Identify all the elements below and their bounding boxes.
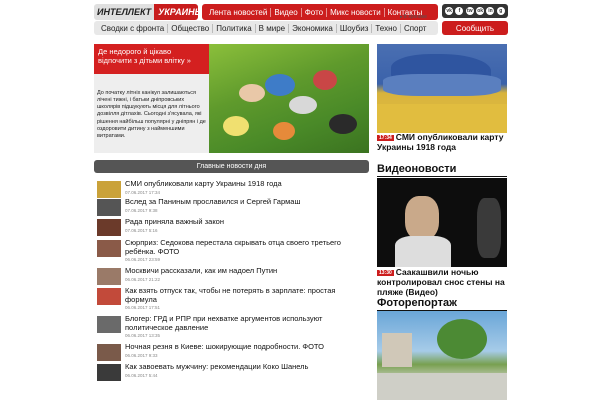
news-thumbnail[interactable] xyxy=(97,181,121,198)
news-date: 07.06.2017 5:16 xyxy=(125,227,158,233)
category-nav: Сводки с фронта Общество Политика В мире… xyxy=(94,21,438,35)
news-date: 06.06.2017 5:44 xyxy=(125,372,158,378)
odnoklassniki-icon[interactable]: ok xyxy=(476,7,485,15)
news-thumbnail[interactable] xyxy=(97,288,121,305)
news-item[interactable]: Москвичи рассказали, как им надоел Путин… xyxy=(97,266,369,287)
feature-block: Де недорого й цікаво відпочити з дітьми … xyxy=(94,44,369,153)
category-society[interactable]: Общество xyxy=(168,23,214,33)
news-item[interactable]: Блогер: ГРД и РПР при нехватке аргументо… xyxy=(97,314,369,343)
category-sport[interactable]: Спорт xyxy=(401,24,430,33)
news-thumbnail[interactable] xyxy=(97,316,121,333)
photo-thumbnail[interactable] xyxy=(377,311,507,400)
logo-part2: УКРАИНЫ xyxy=(154,4,198,20)
facebook-icon[interactable]: f xyxy=(455,7,464,15)
news-date: 06.06.2017 23:59 xyxy=(125,257,161,263)
map-image[interactable] xyxy=(377,44,507,133)
main-news-list: СМИ опубликовали карту Украины 1918 года… xyxy=(97,179,369,383)
news-date: 06.06.2017 17:51 xyxy=(125,305,161,311)
news-date: 06.06.2017 9:33 xyxy=(125,352,158,358)
vk-icon[interactable]: vk xyxy=(445,7,454,15)
news-thumbnail[interactable] xyxy=(97,344,121,361)
news-item[interactable]: Вслед за Паниным прославился и Сергей Га… xyxy=(97,197,369,218)
news-date: 07.06.2017 17:34 xyxy=(125,189,161,195)
news-date: 06.06.2017 21:22 xyxy=(125,276,161,282)
news-thumbnail[interactable] xyxy=(97,199,121,216)
category-world[interactable]: В мире xyxy=(256,23,290,33)
category-tech[interactable]: Техно xyxy=(372,23,401,33)
news-thumbnail[interactable] xyxy=(97,268,121,285)
video-story-title[interactable]: Саакашвили ночью контролировал снос стен… xyxy=(377,267,505,297)
top-story-title[interactable]: СМИ опубликовали карту Украины 1918 года xyxy=(377,132,503,152)
news-title[interactable]: Вслед за Паниным прославился и Сергей Га… xyxy=(125,197,369,207)
top-nav-item-mix[interactable]: Микс новости xyxy=(327,7,385,17)
video-story-time: 13:30 xyxy=(377,269,394,276)
google-icon[interactable]: g xyxy=(496,7,505,15)
news-item[interactable]: Ночная резня в Киеве: шокирующие подробн… xyxy=(97,342,369,363)
news-title[interactable]: Ночная резня в Киеве: шокирующие подробн… xyxy=(125,342,369,352)
news-thumbnail[interactable] xyxy=(97,240,121,257)
video-section-title[interactable]: Видеоновости xyxy=(377,163,507,177)
archive-icon: ▸ xyxy=(400,14,403,20)
news-item[interactable]: Рада приняла важный закон 07.06.2017 5:1… xyxy=(97,217,369,239)
category-politics[interactable]: Политика xyxy=(213,23,256,33)
news-date: 06.06.2017 13:35 xyxy=(125,333,161,339)
news-title[interactable]: Как взять отпуск так, чтобы не потерять … xyxy=(125,286,369,304)
feature-image[interactable] xyxy=(209,44,369,153)
archive-link[interactable]: ▸ В хронике xyxy=(400,14,427,20)
news-item[interactable]: Как взять отпуск так, чтобы не потерять … xyxy=(97,286,369,315)
social-links: vk f tw ok in g xyxy=(442,4,508,18)
news-item[interactable]: Сюрприз: Седокова перестала скрывать отц… xyxy=(97,238,369,267)
category-economy[interactable]: Экономика xyxy=(289,23,337,33)
linkedin-icon[interactable]: in xyxy=(486,7,495,15)
news-thumbnail[interactable] xyxy=(97,219,121,236)
photo-section-title[interactable]: Фоторепортаж xyxy=(377,297,507,311)
news-title[interactable]: Блогер: ГРД и РПР при нехватке аргументо… xyxy=(125,314,369,332)
top-nav-item-feed[interactable]: Лента новостей xyxy=(206,7,272,17)
news-item[interactable]: Как завоевать мужчину: рекомендации Коко… xyxy=(97,362,369,383)
news-thumbnail[interactable] xyxy=(97,364,121,381)
video-thumbnail[interactable] xyxy=(377,178,507,267)
news-title[interactable]: Москвичи рассказали, как им надоел Путин xyxy=(125,266,369,276)
video-story[interactable]: 13:30 Саакашвили ночью контролировал снос… xyxy=(377,267,507,298)
twitter-icon[interactable]: tw xyxy=(465,7,474,15)
news-title[interactable]: Рада приняла важный закон xyxy=(125,217,369,227)
top-story-time: 17:34 xyxy=(377,134,394,141)
main-news-header: Главные новости дня xyxy=(94,160,369,173)
archive-label: В хронике xyxy=(403,14,427,20)
category-showbiz[interactable]: Шоубиз xyxy=(337,23,373,33)
top-nav-item-photo[interactable]: Фото xyxy=(302,7,328,17)
feature-headline[interactable]: Де недорого й цікаво відпочити з дітьми … xyxy=(94,44,209,74)
news-title[interactable]: Сюрприз: Седокова перестала скрывать отц… xyxy=(125,238,369,256)
logo-part1: ИНТЕЛЛЕКТ xyxy=(94,7,155,17)
top-story[interactable]: 17:34 СМИ опубликовали карту Украины 1918… xyxy=(377,132,507,152)
site-logo[interactable]: ИНТЕЛЛЕКТ УКРАИНЫ xyxy=(94,4,198,20)
news-date: 07.06.2017 9:38 xyxy=(125,207,158,213)
news-title[interactable]: СМИ опубликовали карту Украины 1918 года xyxy=(125,179,369,189)
feature-text: До початку літніх канікул залишаються лі… xyxy=(97,90,206,139)
report-button[interactable]: Сообщить xyxy=(442,21,508,35)
category-front[interactable]: Сводки с фронта xyxy=(98,23,169,33)
top-nav-item-video[interactable]: Видео xyxy=(271,7,302,17)
news-item[interactable]: СМИ опубликовали карту Украины 1918 года… xyxy=(97,179,369,198)
news-title[interactable]: Как завоевать мужчину: рекомендации Коко… xyxy=(125,362,369,372)
